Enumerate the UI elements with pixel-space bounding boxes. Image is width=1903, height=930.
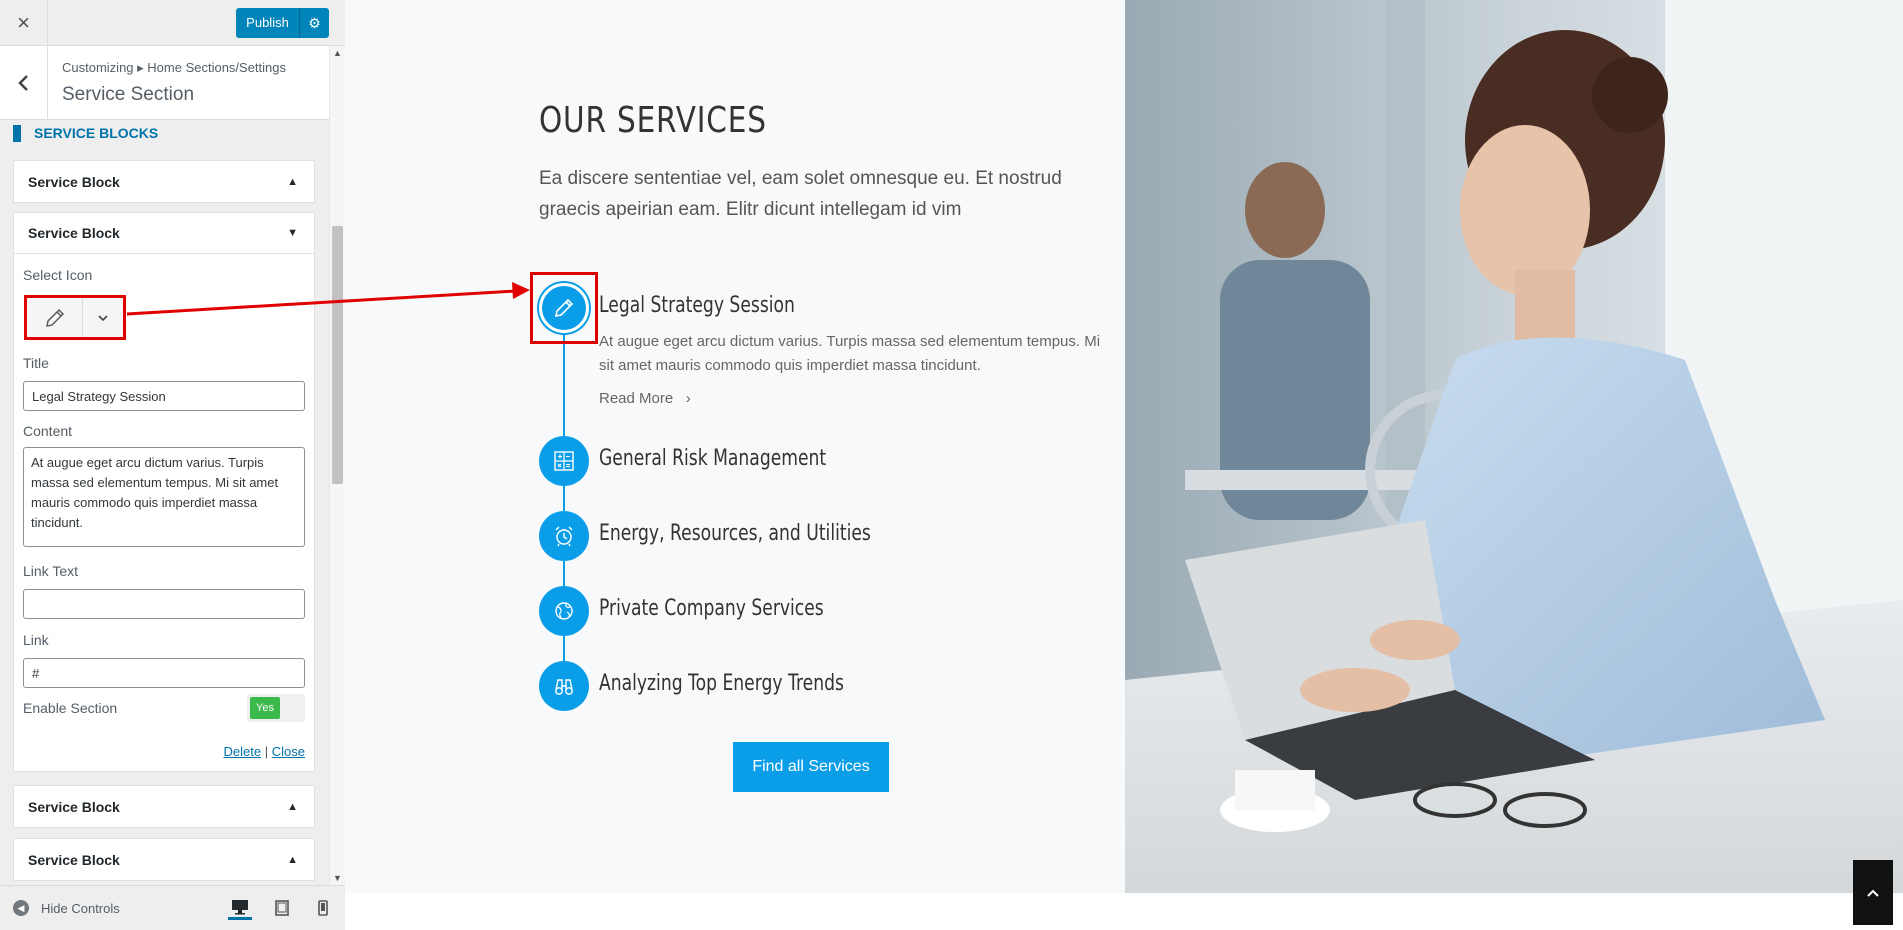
service-title[interactable]: Energy, Resources, and Utilities [599,521,871,546]
link-text-input[interactable] [23,589,305,619]
scroll-down-icon[interactable]: ▼ [333,873,342,883]
annotation-highlight-box [530,272,598,344]
publish-button[interactable]: Publish ⚙ [236,8,329,38]
triangle-up-icon: ▲ [287,800,298,813]
link-text-label: Link Text [23,563,78,579]
customizer-topbar: × Publish ⚙ [0,0,345,46]
close-link[interactable]: Close [272,744,305,759]
scroll-up-icon[interactable]: ▲ [333,48,342,58]
scrollbar-thumb[interactable] [332,226,343,484]
customizer-sidebar: × Publish ⚙ Customizing ▸ Home Sections/… [0,0,345,930]
service-title[interactable]: Legal Strategy Session [599,293,795,318]
service-title[interactable]: Private Company Services [599,596,824,621]
tablet-icon [275,900,289,916]
back-to-top-button[interactable] [1853,860,1893,925]
publish-label: Publish [236,8,300,38]
chevron-left-icon [17,75,28,91]
gear-icon[interactable]: ⚙ [300,15,329,32]
services-heading: OUR SERVICES [539,100,767,141]
delete-link[interactable]: Delete [224,744,262,759]
triangle-up-icon: ▲ [287,853,298,866]
service-block-label: Service Block [28,798,120,815]
enable-section-label: Enable Section [23,700,118,716]
section-header: Customizing ▸ Home Sections/Settings Ser… [0,46,329,120]
chevron-up-icon [1867,889,1879,897]
actions-separator: | [264,744,269,759]
arrow-left-icon: ◀ [13,900,29,916]
link-label: Link [23,632,49,648]
heading-accent-bar [13,124,21,142]
globe-icon [555,602,573,620]
toggle-on-label: Yes [250,697,280,719]
section-title: Service Section [62,84,195,105]
content-label: Content [23,423,73,439]
service-icon-circle [539,511,589,561]
alarm-clock-icon [555,526,573,547]
desktop-preview-button[interactable] [228,896,252,920]
service-blocks-heading-text: SERVICE BLOCKS [34,125,159,141]
block-actions: Delete | Close [14,744,305,759]
calculator-icon [554,451,574,471]
breadcrumb: Customizing ▸ Home Sections/Settings [62,60,287,75]
service-block-collapsed-2[interactable]: Service Block ▲ [13,785,315,828]
service-block-expanded: Service Block ▼ Select Icon Title Content… [13,212,315,772]
customizer-footer: ◀ Hide Controls [0,885,345,930]
title-label: Title [23,355,49,371]
service-description: At augue eget arcu dictum varius. Turpis… [599,333,1101,374]
service-block-collapsed-1[interactable]: Service Block ▲ [13,160,315,203]
controls-panel: SERVICE BLOCKS Service Block ▲ Service Bl… [0,120,329,885]
enable-section-toggle[interactable]: Yes [247,694,305,722]
services-section: OUR SERVICES Ea discere sententiae vel, … [345,0,1125,893]
triangle-down-icon: ▼ [287,227,298,239]
service-icon-circle [539,436,589,486]
link-input[interactable] [23,658,305,688]
service-title[interactable]: Analyzing Top Energy Trends [599,671,844,696]
service-blocks-heading: SERVICE BLOCKS [13,124,158,142]
select-icon-label: Select Icon [23,267,93,283]
service-block-label: Service Block [28,173,120,190]
service-block-label: Service Block [28,851,120,868]
chevron-right-icon: › [677,390,691,407]
office-photo-illustration [1125,0,1903,893]
close-icon: × [17,10,30,35]
triangle-up-icon: ▲ [287,175,298,188]
title-input[interactable] [23,381,305,411]
site-preview: OUR SERVICES Ea discere sententiae vel, … [345,0,1903,930]
back-button[interactable] [0,46,48,120]
service-title[interactable]: General Risk Management [599,446,826,471]
office-photo [1125,0,1903,893]
service-block-expanded-header[interactable]: Service Block ▼ [14,213,314,254]
find-all-services-button[interactable]: Find all Services [733,742,889,792]
pencil-icon [45,308,64,327]
desktop-icon [232,899,248,914]
hide-controls-button[interactable]: ◀ Hide Controls [13,900,120,916]
service-icon-circle [539,661,589,711]
binoculars-icon [555,679,573,695]
services-description: Ea discere sententiae vel, eam solet omn… [539,168,1062,220]
content-textarea[interactable]: At augue eget arcu dictum varius. Turpis… [23,447,305,547]
selected-icon-preview [27,298,83,337]
chevron-down-icon [83,298,123,337]
mobile-preview-button[interactable] [311,896,335,920]
service-icon-circle [539,586,589,636]
service-block-label: Service Block [28,225,120,241]
icon-select-dropdown[interactable] [24,295,126,340]
hide-controls-label: Hide Controls [41,900,120,916]
service-block-collapsed-3[interactable]: Service Block ▲ [13,838,315,881]
read-more-label: Read More [599,390,674,407]
read-more-link[interactable]: Read More › [599,390,691,407]
close-customizer-button[interactable]: × [0,0,48,46]
tablet-preview-button[interactable] [270,896,294,920]
mobile-icon [318,900,328,916]
sidebar-scrollbar[interactable]: ▲ ▼ [329,46,345,885]
